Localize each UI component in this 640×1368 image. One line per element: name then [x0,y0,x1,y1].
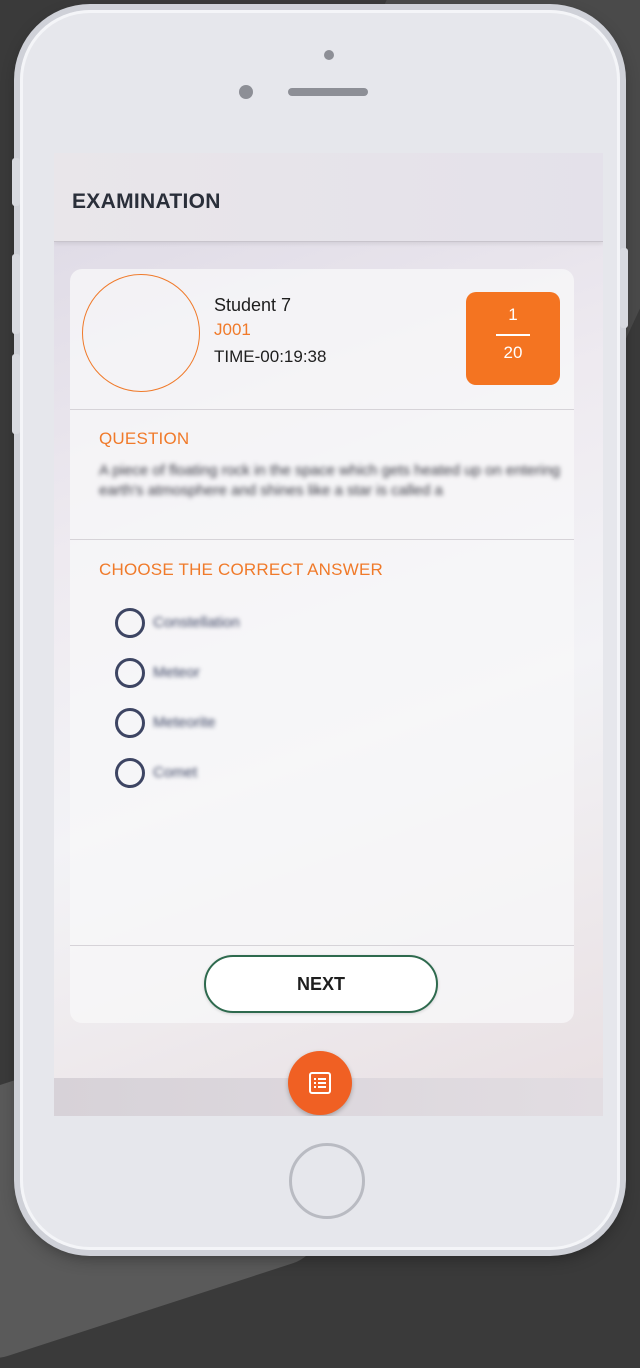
timer-prefix: TIME- [214,347,261,366]
home-button[interactable] [289,1143,365,1219]
question-list-icon [309,1072,331,1094]
front-camera [324,50,334,60]
question-label: QUESTION [99,429,190,448]
option-label: Comet [153,764,198,781]
radio-button[interactable] [115,758,145,788]
option-label: Meteorite [153,714,216,731]
app-bar: EXAMINATION [54,153,603,242]
mute-switch [12,158,20,206]
earpiece-speaker [288,88,368,96]
radio-button[interactable] [115,708,145,738]
app-screen: EXAMINATION Student 7 J001 TIME-00:19:38… [54,153,603,1116]
divider [70,409,574,410]
divider [70,945,574,946]
answer-option[interactable]: Meteorite [115,708,415,740]
answer-option[interactable]: Constellation [115,608,415,640]
current-question-number: 1 [508,305,518,324]
answer-section-label: CHOOSE THE CORRECT ANSWER [99,560,383,579]
volume-up-button [12,254,20,334]
next-button[interactable]: NEXT [204,955,438,1013]
exam-card: Student 7 J001 TIME-00:19:38 1 20 QUESTI… [70,269,574,1023]
timer-value: 00:19:38 [260,347,327,366]
answer-option[interactable]: Meteor [115,658,415,690]
option-label: Meteor [153,664,200,681]
phone-frame: EXAMINATION Student 7 J001 TIME-00:19:38… [12,10,628,1250]
total-questions: 20 [503,343,523,362]
radio-button[interactable] [115,658,145,688]
question-list-button[interactable] [288,1051,352,1115]
avatar [82,274,200,392]
student-id: J001 [214,320,251,339]
power-button [620,248,628,328]
exam-timer: TIME-00:19:38 [214,347,326,367]
question-text: A piece of floating rock in the space wh… [99,462,561,499]
volume-down-button [12,354,20,434]
fraction-bar [496,334,530,336]
radio-button[interactable] [115,608,145,638]
student-name: Student 7 [214,295,292,315]
answer-option[interactable]: Comet [115,758,415,790]
page-title: EXAMINATION [72,190,221,213]
proximity-sensor [239,85,253,99]
question-counter-badge: 1 20 [466,292,560,385]
option-label: Constellation [153,614,240,631]
divider [70,539,574,540]
